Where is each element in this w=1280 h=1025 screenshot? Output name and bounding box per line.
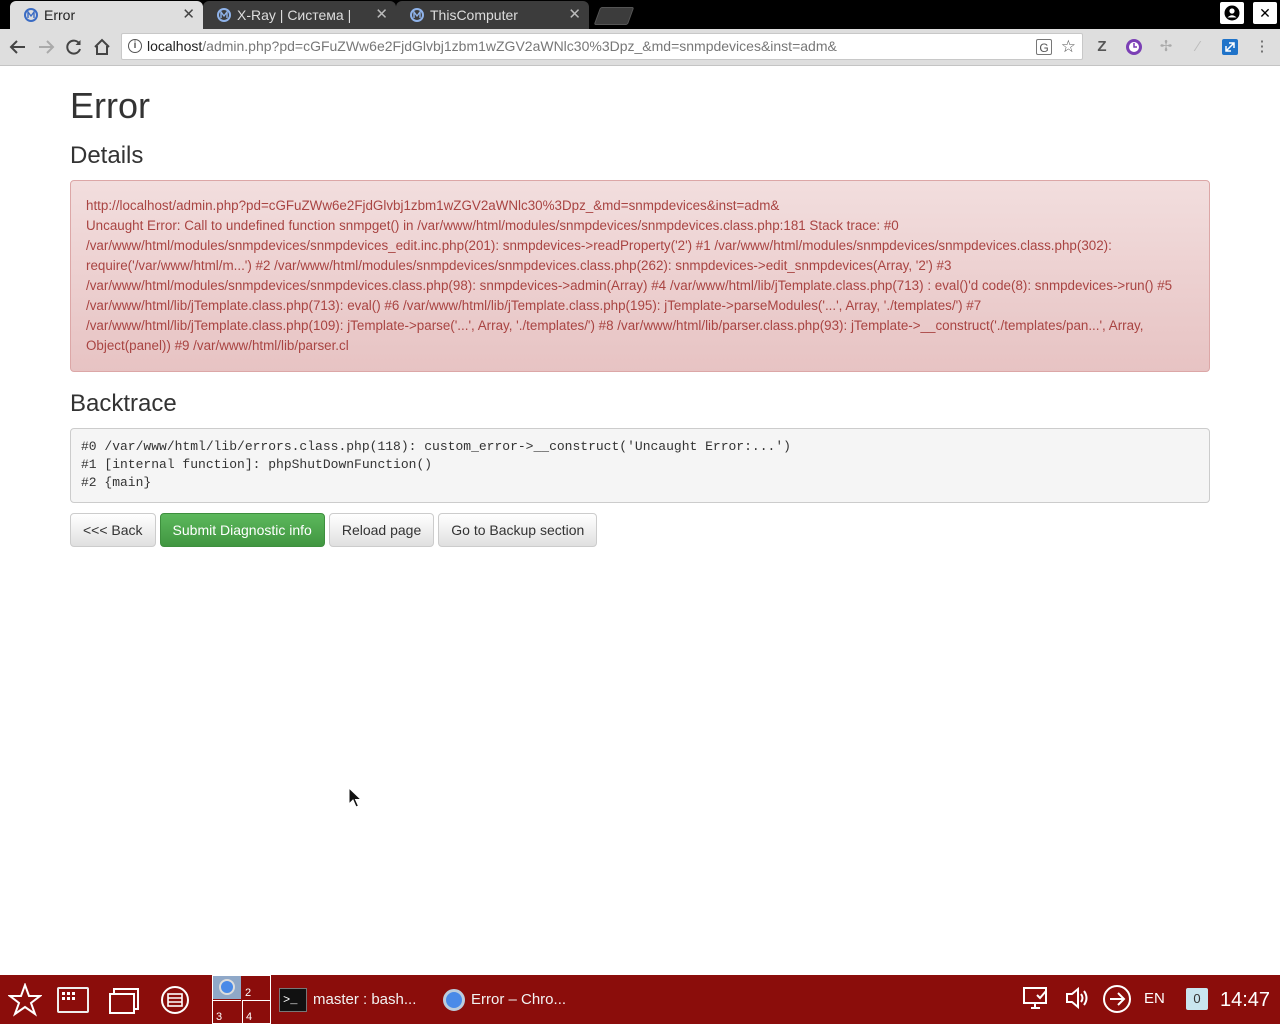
profile-icon[interactable]: [1220, 2, 1244, 24]
backtrace-heading: Backtrace: [70, 390, 177, 417]
tab-title: X-Ray | Система | Панель: [237, 7, 356, 23]
workspace-3[interactable]: 3: [213, 1000, 241, 1023]
workspace-4[interactable]: 4: [242, 1000, 270, 1023]
windows-icon[interactable]: [108, 985, 139, 1015]
close-icon[interactable]: ✕: [375, 1, 388, 29]
task-label: Error – Chro...: [471, 991, 567, 1008]
keyboard-layout[interactable]: EN: [1144, 990, 1165, 1007]
file-manager-icon[interactable]: [160, 985, 190, 1015]
workspace-number: 2: [245, 987, 252, 999]
volume-icon[interactable]: [1064, 985, 1090, 1016]
page-title: Error: [70, 85, 150, 126]
backtrace-block: #0 /var/www/html/lib/errors.class.php(11…: [70, 428, 1210, 503]
submit-diagnostic-button[interactable]: Submit Diagnostic info: [159, 513, 325, 547]
workspace-number: 3: [216, 1011, 223, 1023]
tab-title: Error: [44, 7, 76, 23]
workspace-pager[interactable]: 2 3 4: [212, 975, 271, 1024]
workspace-1[interactable]: [213, 976, 241, 999]
error-url: http://localhost/admin.php?pd=cGFuZWw6e2…: [86, 198, 780, 213]
task-chrome[interactable]: Error – Chro...: [443, 975, 566, 1024]
close-icon[interactable]: ✕: [182, 1, 195, 29]
taskbar: 2 3 4 >_ master : bash... Error – Chro...…: [0, 975, 1280, 1024]
forward-icon[interactable]: [34, 35, 58, 59]
back-button[interactable]: <<< Back: [70, 513, 156, 547]
workspace-2[interactable]: 2: [242, 976, 270, 999]
terminal-icon: >_: [279, 988, 307, 1013]
extension-move-icon[interactable]: ✢: [1156, 37, 1176, 57]
tab-thiscomputer[interactable]: ThisComputer ✕: [396, 1, 589, 29]
info-icon[interactable]: i: [128, 39, 142, 53]
task-label: master : bash...: [313, 991, 417, 1008]
favicon-icon: [217, 8, 231, 22]
tab-xray[interactable]: X-Ray | Система | Панель ✕: [203, 1, 396, 29]
extension-resize-icon[interactable]: [1220, 37, 1240, 57]
close-icon[interactable]: ✕: [568, 1, 581, 29]
extension-z-icon[interactable]: Z: [1092, 37, 1112, 57]
tab-error[interactable]: Error ✕: [10, 1, 203, 29]
workspace-number: 4: [246, 1011, 253, 1023]
extension-disabled-icon[interactable]: ⁄: [1188, 37, 1208, 57]
network-icon[interactable]: [1102, 984, 1132, 1019]
display-icon[interactable]: [1022, 985, 1050, 1016]
error-message: Uncaught Error: Call to undefined functi…: [86, 218, 1173, 353]
extension-clock-icon[interactable]: [1124, 37, 1144, 57]
error-details-alert: http://localhost/admin.php?pd=cGFuZWw6e2…: [70, 180, 1210, 372]
notification-badge[interactable]: 0: [1186, 988, 1208, 1010]
home-icon[interactable]: [90, 35, 114, 59]
url-path: /admin.php?pd=cGFuZWw6e2FjdGlvbj1zbm1wZG…: [202, 38, 837, 54]
app-grid-icon[interactable]: [57, 987, 89, 1013]
backtrace-line: #1 [internal function]: phpShutDownFunct…: [81, 457, 433, 472]
backup-section-button[interactable]: Go to Backup section: [438, 513, 598, 547]
tab-title: ThisComputer: [430, 7, 518, 23]
favicon-icon: [24, 8, 38, 22]
reload-page-button[interactable]: Reload page: [328, 513, 435, 547]
clock[interactable]: 14:47: [1220, 988, 1270, 1012]
chrome-icon: [443, 989, 465, 1012]
address-bar[interactable]: i localhost/admin.php?pd=cGFuZWw6e2FjdGl…: [121, 33, 1083, 60]
browser-toolbar: i localhost/admin.php?pd=cGFuZWw6e2FjdGl…: [0, 29, 1280, 66]
menu-icon[interactable]: ⋮: [1252, 37, 1272, 57]
url-text: localhost/admin.php?pd=cGFuZWw6e2FjdGlvb…: [147, 34, 1027, 59]
star-icon[interactable]: ☆: [1061, 34, 1076, 59]
reload-icon[interactable]: [62, 35, 86, 59]
details-heading: Details: [70, 142, 144, 169]
translate-icon[interactable]: G: [1036, 39, 1052, 55]
favicon-icon: [410, 8, 424, 22]
back-icon[interactable]: [6, 35, 30, 59]
url-host: localhost: [147, 38, 203, 54]
error-page: Error Details http://localhost/admin.php…: [70, 66, 1210, 547]
backtrace-line: #0 /var/www/html/lib/errors.class.php(11…: [81, 439, 791, 454]
action-buttons: <<< Back Submit Diagnostic info Reload p…: [70, 513, 1210, 547]
window-close-button[interactable]: ✕: [1253, 2, 1277, 24]
mouse-cursor-icon: [348, 787, 362, 808]
task-terminal[interactable]: >_ master : bash...: [279, 975, 416, 1024]
start-menu-star-icon[interactable]: [7, 982, 43, 1017]
backtrace-line: #2 {main}: [81, 475, 152, 490]
tab-strip: Error ✕ X-Ray | Система | Панель ✕ ThisC…: [0, 0, 1280, 29]
new-tab-button[interactable]: [593, 7, 635, 25]
